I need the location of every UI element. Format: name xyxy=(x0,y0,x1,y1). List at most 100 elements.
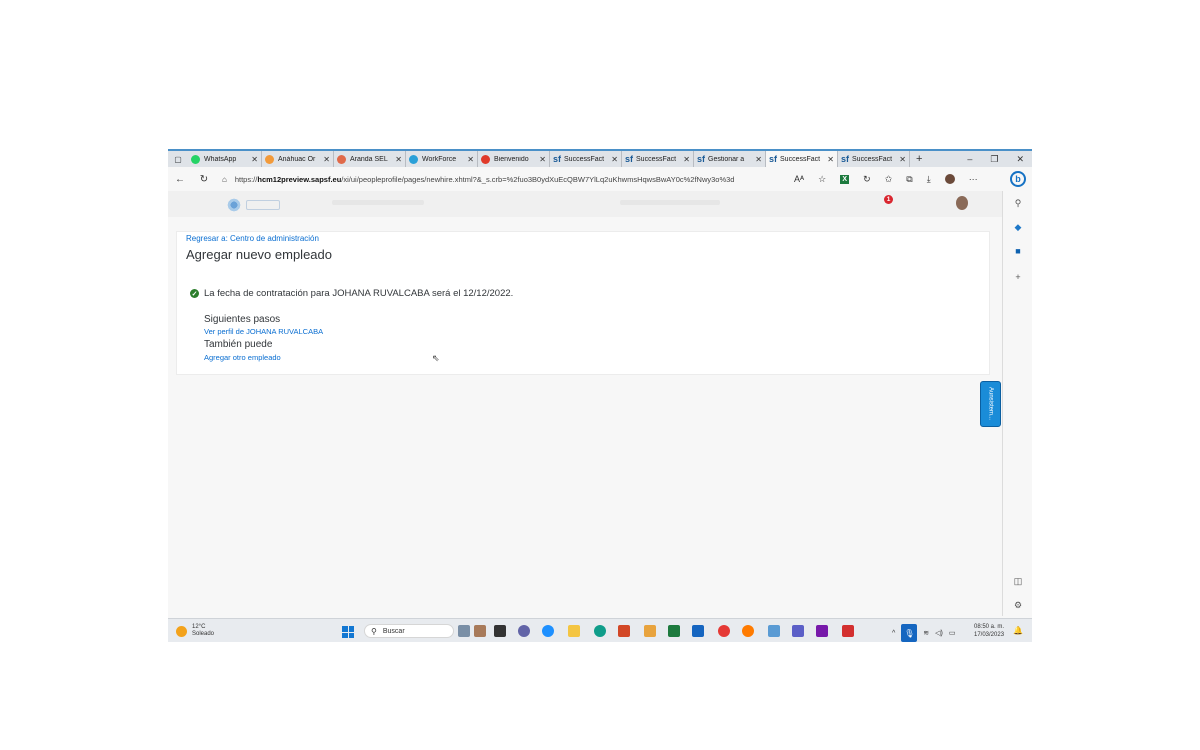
user-avatar[interactable] xyxy=(956,196,968,210)
start-menu-icon[interactable] xyxy=(342,626,354,638)
next-steps-heading: Siguientes pasos xyxy=(204,314,281,325)
tab-label: SuccessFact xyxy=(636,155,677,163)
time: 08:50 a. m. xyxy=(974,624,1005,630)
outlook-taskbar-icon[interactable] xyxy=(692,625,704,637)
close-tab-icon[interactable]: ✕ xyxy=(467,155,474,164)
company-logo[interactable] xyxy=(226,197,280,213)
shopping-icon[interactable]: ◆ xyxy=(1012,221,1024,233)
successfactors-icon: sf xyxy=(697,154,706,164)
browser-tab[interactable]: sf Gestionar a ✕ xyxy=(694,151,766,167)
sun-icon xyxy=(176,625,187,637)
url-field[interactable]: ⌂ https://hcm12preview.sapsf.eu/xi/ui/pe… xyxy=(222,175,782,184)
wifi-icon[interactable]: ≋ xyxy=(923,629,929,637)
notification-center-icon[interactable]: 🔔 xyxy=(1013,626,1023,635)
collections-icon[interactable]: ⧉ xyxy=(906,174,912,185)
tab-label: SuccessFact xyxy=(780,155,821,163)
favorites-icon[interactable]: ✩ xyxy=(885,174,893,185)
workforce-icon xyxy=(409,154,418,164)
outlook-icon[interactable]: ■ xyxy=(1012,245,1024,257)
tab-label: Anáhuac Or xyxy=(278,155,316,163)
close-tab-icon[interactable]: ✕ xyxy=(539,155,546,164)
weather-condition: Soleado xyxy=(192,631,215,637)
url-path: /xi/ui/peopleprofile/pages/newhire.xhtml… xyxy=(341,174,735,184)
tab-label: Gestionar a xyxy=(708,155,745,163)
search-icon[interactable]: ⚲ xyxy=(1012,197,1024,209)
url-domain: hcm12preview.sapsf.eu xyxy=(257,174,342,184)
clock[interactable]: 08:50 a. m. 17/03/2023 xyxy=(974,623,1004,639)
refresh-extension-icon[interactable]: ↻ xyxy=(863,174,871,185)
back-to-admin-center-link[interactable]: Regresar a: Centro de administración xyxy=(186,234,319,243)
tab-label: WhatsApp xyxy=(204,155,237,163)
bing-copilot-icon[interactable]: b xyxy=(1010,171,1026,187)
view-profile-link[interactable]: Ver perfil de JOHANA RUVALCABA xyxy=(204,327,323,336)
chrome-icon[interactable] xyxy=(718,625,730,637)
search-icon: ⚲ xyxy=(371,626,377,636)
add-sidebar-icon[interactable]: + xyxy=(1012,271,1024,283)
file-explorer-icon[interactable] xyxy=(568,625,580,637)
close-tab-icon[interactable]: ✕ xyxy=(755,155,762,164)
powerpoint-icon[interactable] xyxy=(618,625,630,637)
excel-extension-icon[interactable]: X xyxy=(840,174,850,184)
windows-taskbar: 12°C Soleado ⚲ Buscar ^ 🎙 ≋ ◁) ▭ 08:50 a… xyxy=(168,618,1032,642)
browser-tab[interactable]: sf SuccessFact ✕ xyxy=(766,151,838,167)
back-icon[interactable]: ← xyxy=(168,174,192,185)
excel-icon[interactable] xyxy=(668,625,680,637)
browser-tab[interactable]: WhatsApp ✕ xyxy=(188,151,262,167)
bienvenido-icon xyxy=(481,154,490,164)
teams-icon[interactable] xyxy=(518,625,530,637)
microphone-icon[interactable]: 🎙 xyxy=(901,624,918,642)
favorite-icon[interactable]: ☆ xyxy=(818,174,826,185)
edge-icon[interactable] xyxy=(542,625,554,637)
widgets-icon[interactable] xyxy=(474,625,486,637)
battery-icon[interactable]: ▭ xyxy=(949,629,956,637)
sticky-notes-icon[interactable] xyxy=(644,625,656,637)
more-options-icon[interactable]: ··· xyxy=(969,174,978,184)
header-search[interactable] xyxy=(620,200,720,205)
browser-tab[interactable]: Anáhuac Or ✕ xyxy=(262,151,334,167)
sidebar-toggle-icon[interactable]: ◫ xyxy=(1012,575,1024,587)
minimize-icon[interactable]: – xyxy=(967,154,972,165)
close-tab-icon[interactable]: ✕ xyxy=(251,155,258,164)
refresh-icon[interactable]: ↻ xyxy=(192,174,216,185)
taskbar-search[interactable]: ⚲ Buscar xyxy=(364,624,454,638)
close-tab-icon[interactable]: ✕ xyxy=(899,155,906,164)
read-aloud-icon[interactable]: Aᴬ xyxy=(794,174,804,184)
weather-widget[interactable]: 12°C Soleado xyxy=(176,624,214,638)
chevron-up-icon[interactable]: ^ xyxy=(892,630,895,637)
teams-work-icon[interactable] xyxy=(792,625,804,637)
close-window-icon[interactable]: ✕ xyxy=(1016,154,1024,165)
browser-tab[interactable]: WorkForce ✕ xyxy=(406,151,478,167)
close-tab-icon[interactable]: ✕ xyxy=(611,155,618,164)
task-view-icon[interactable] xyxy=(458,625,470,637)
tab-actions-icon[interactable]: ▢ xyxy=(168,151,188,167)
side-assistant-button[interactable]: Aunsistem... xyxy=(980,381,1001,427)
browser-tab[interactable]: Aranda SEL ✕ xyxy=(334,151,406,167)
downloads-icon[interactable]: ⤓ xyxy=(927,174,931,185)
app-icon[interactable] xyxy=(494,625,506,637)
browser-tab[interactable]: sf SuccessFact ✕ xyxy=(838,151,910,167)
onenote-icon[interactable] xyxy=(816,625,828,637)
add-another-employee-link[interactable]: Agregar otro empleado xyxy=(204,353,281,362)
close-tab-icon[interactable]: ✕ xyxy=(395,155,402,164)
browser-tab-bar: ▢ WhatsApp ✕ Anáhuac Or ✕ Aranda SEL ✕ WorkFor… xyxy=(168,149,1032,167)
close-tab-icon[interactable]: ✕ xyxy=(323,155,330,164)
notification-badge[interactable]: 1 xyxy=(884,195,893,204)
new-tab-button[interactable]: + xyxy=(910,153,928,165)
edge-browser-icon[interactable] xyxy=(594,625,606,637)
restore-icon[interactable]: ❐ xyxy=(990,154,998,165)
snipping-tool-icon[interactable] xyxy=(768,625,780,637)
tab-label: SuccessFact xyxy=(564,155,605,163)
close-tab-icon[interactable]: ✕ xyxy=(683,155,690,164)
profile-avatar[interactable] xyxy=(944,174,955,184)
browser-tab[interactable]: sf SuccessFact ✕ xyxy=(622,151,694,167)
module-menu[interactable] xyxy=(332,200,424,205)
browser-tab[interactable]: Bienvenido ✕ xyxy=(478,151,550,167)
settings-icon[interactable]: ⚙ xyxy=(1012,599,1024,611)
volume-icon[interactable]: ◁) xyxy=(935,629,943,637)
close-tab-icon[interactable]: ✕ xyxy=(827,155,834,164)
aranda-icon xyxy=(337,154,346,164)
site-info-icon[interactable]: ⌂ xyxy=(222,175,227,184)
browser-tab[interactable]: sf SuccessFact ✕ xyxy=(550,151,622,167)
firefox-icon[interactable] xyxy=(742,625,754,637)
acrobat-icon[interactable] xyxy=(842,625,854,637)
